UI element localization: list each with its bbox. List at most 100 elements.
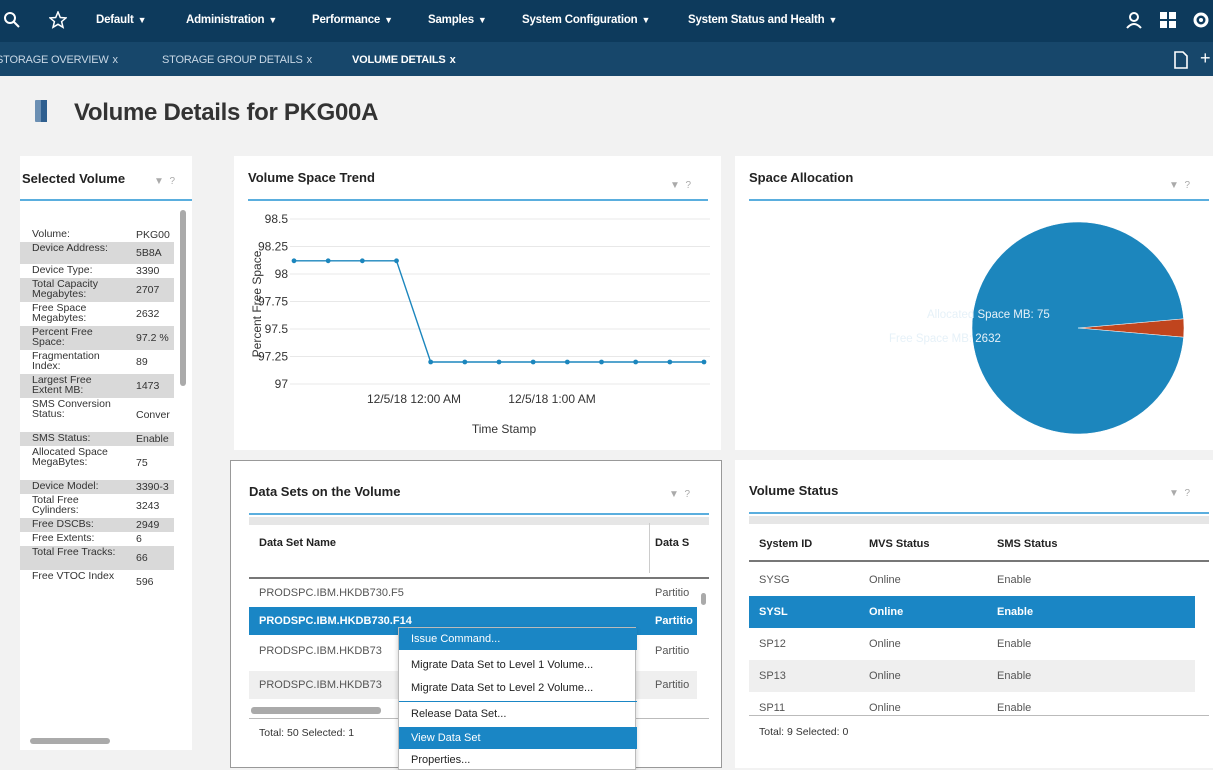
property-row: Device Type: 3390 <box>20 264 174 278</box>
column-divider <box>649 523 650 573</box>
status-cell-mvs: Online <box>869 638 901 650</box>
table-resize-handle[interactable] <box>249 517 709 525</box>
menu-samples[interactable]: Samples ▼ <box>428 14 487 26</box>
property-row: SMS Conversion Status: Conver <box>20 398 174 432</box>
menu-item-issue-command[interactable]: Issue Command... <box>399 628 637 650</box>
property-label: Free DSCBs: <box>32 518 94 530</box>
y-tick-label: 97.5 <box>265 322 289 336</box>
add-tab-icon[interactable]: + <box>1200 48 1211 69</box>
chevron-down-icon: ▼ <box>268 15 278 25</box>
status-cell-sms: Enable <box>997 670 1032 682</box>
property-value: 66 <box>136 552 148 564</box>
menu-system-configuration[interactable]: System Configuration ▼ <box>522 14 650 26</box>
panel-title: Volume Status <box>749 483 839 498</box>
status-cell-id: SP11 <box>759 702 786 714</box>
horizontal-scrollbar[interactable] <box>30 738 110 744</box>
menu-administration[interactable]: Administration ▼ <box>186 14 277 26</box>
property-label: Device Type: <box>32 264 93 276</box>
status-cell-sms: Enable <box>997 574 1032 586</box>
data-point <box>394 258 399 264</box>
panel-divider <box>249 513 709 515</box>
vertical-scrollbar[interactable] <box>701 593 706 605</box>
close-icon[interactable]: x <box>113 54 119 66</box>
menu-default-label: Default <box>96 14 134 26</box>
property-label: Volume: <box>32 228 70 240</box>
vertical-scrollbar[interactable] <box>180 210 186 386</box>
table-row[interactable]: SP12 Online Enable <box>749 628 1195 660</box>
property-label: SMS Status: <box>32 432 91 444</box>
y-tick-label: 97 <box>275 377 289 391</box>
help-icon[interactable]: ? <box>169 176 175 187</box>
property-label: Free Extents: <box>32 532 95 544</box>
chevron-down-icon[interactable]: ▼ <box>154 176 164 187</box>
close-icon[interactable]: x <box>307 54 313 66</box>
property-value: 3390 <box>136 265 160 277</box>
property-row: Allocated Space MegaBytes: 75 <box>20 446 174 480</box>
property-value: 2707 <box>136 284 160 296</box>
panel-divider <box>20 199 192 201</box>
data-point <box>291 258 297 264</box>
property-value: 3390-3 <box>136 481 169 493</box>
gear-icon[interactable] <box>1189 8 1213 32</box>
column-header-data-set-name[interactable]: Data Set Name <box>259 537 336 549</box>
tab-volume-details[interactable]: VOLUME DETAILS x <box>352 54 456 66</box>
data-point <box>599 359 604 365</box>
property-value: 89 <box>136 356 148 368</box>
property-label: Fragmentation Index: <box>32 350 100 372</box>
grid-icon[interactable] <box>1156 8 1180 32</box>
table-resize-handle[interactable] <box>749 516 1209 524</box>
property-label: Total Free Tracks: <box>32 546 116 558</box>
panel-tools[interactable]: ▼ ? <box>669 489 690 500</box>
star-icon[interactable] <box>46 8 70 32</box>
search-icon[interactable] <box>0 8 24 32</box>
menu-system-configuration-label: System Configuration <box>522 14 638 26</box>
help-icon[interactable]: ? <box>684 489 690 500</box>
data-point <box>496 359 502 365</box>
table-row[interactable]: SYSG Online Enable <box>749 564 1195 596</box>
column-header-data-s[interactable]: Data S <box>655 537 689 549</box>
property-value: 2632 <box>136 308 160 320</box>
table-row[interactable]: SYSL Online Enable <box>749 596 1195 628</box>
status-cell-mvs: Online <box>869 574 901 586</box>
panel-tools[interactable]: ▼ ? <box>154 176 175 187</box>
menu-item-view-data-set[interactable]: View Data Set <box>399 727 637 749</box>
horizontal-scrollbar[interactable] <box>251 707 381 714</box>
menu-system-status[interactable]: System Status and Health ▼ <box>688 14 837 26</box>
new-page-icon[interactable] <box>1174 51 1188 74</box>
property-value: 5B8A <box>136 247 162 259</box>
tab-storage-overview[interactable]: STORAGE OVERVIEW x <box>0 54 118 66</box>
property-label: Free VTOC Index <box>32 570 115 582</box>
space-allocation-panel: Space Allocation ▼ ? Allocated Space MB:… <box>735 156 1213 450</box>
column-header-system-id[interactable]: System ID <box>759 538 812 550</box>
menu-item-release-data-set[interactable]: Release Data Set... <box>399 703 637 725</box>
data-point <box>325 258 331 264</box>
panel-tools[interactable]: ▼ ? <box>1169 488 1190 499</box>
data-point <box>633 359 639 365</box>
chevron-down-icon[interactable]: ▼ <box>1169 488 1179 499</box>
property-label: Total Free Cylinders: <box>32 494 79 516</box>
menu-item-migrate-level-2[interactable]: Migrate Data Set to Level 2 Volume... <box>399 677 637 699</box>
property-value: 97.2 % <box>136 332 169 344</box>
y-axis-title: Percent Free Space <box>250 250 264 357</box>
menu-default[interactable]: Default ▼ <box>96 14 146 26</box>
column-header-mvs-status[interactable]: MVS Status <box>869 538 930 550</box>
property-row: Total Free Cylinders: 3243 <box>20 494 174 518</box>
data-set-name-cell: PRODSPC.IBM.HKDB73 <box>259 645 382 657</box>
pie-label: Free Space MB: 2632 <box>889 333 1001 345</box>
property-row: Largest Free Extent MB: 1473 <box>20 374 174 398</box>
help-icon[interactable]: ? <box>1184 488 1190 499</box>
menu-item-properties[interactable]: Properties... <box>399 749 637 770</box>
column-header-sms-status[interactable]: SMS Status <box>997 538 1058 550</box>
menu-item-migrate-level-1[interactable]: Migrate Data Set to Level 1 Volume... <box>399 654 637 676</box>
x-axis-title: Time Stamp <box>472 422 537 436</box>
table-row[interactable]: SP13 Online Enable <box>749 660 1195 692</box>
table-row[interactable]: SP11 Online Enable <box>749 692 1195 724</box>
close-icon[interactable]: x <box>450 54 456 66</box>
table-row[interactable]: PRODSPC.IBM.HKDB730.F5 Partitio <box>249 579 697 607</box>
context-menu: Issue Command... Migrate Data Set to Lev… <box>398 627 637 770</box>
status-cell-sms: Enable <box>997 638 1032 650</box>
tab-storage-group-details[interactable]: STORAGE GROUP DETAILS x <box>162 54 312 66</box>
user-icon[interactable] <box>1122 8 1146 32</box>
chevron-down-icon[interactable]: ▼ <box>669 489 679 500</box>
menu-performance[interactable]: Performance ▼ <box>312 14 393 26</box>
